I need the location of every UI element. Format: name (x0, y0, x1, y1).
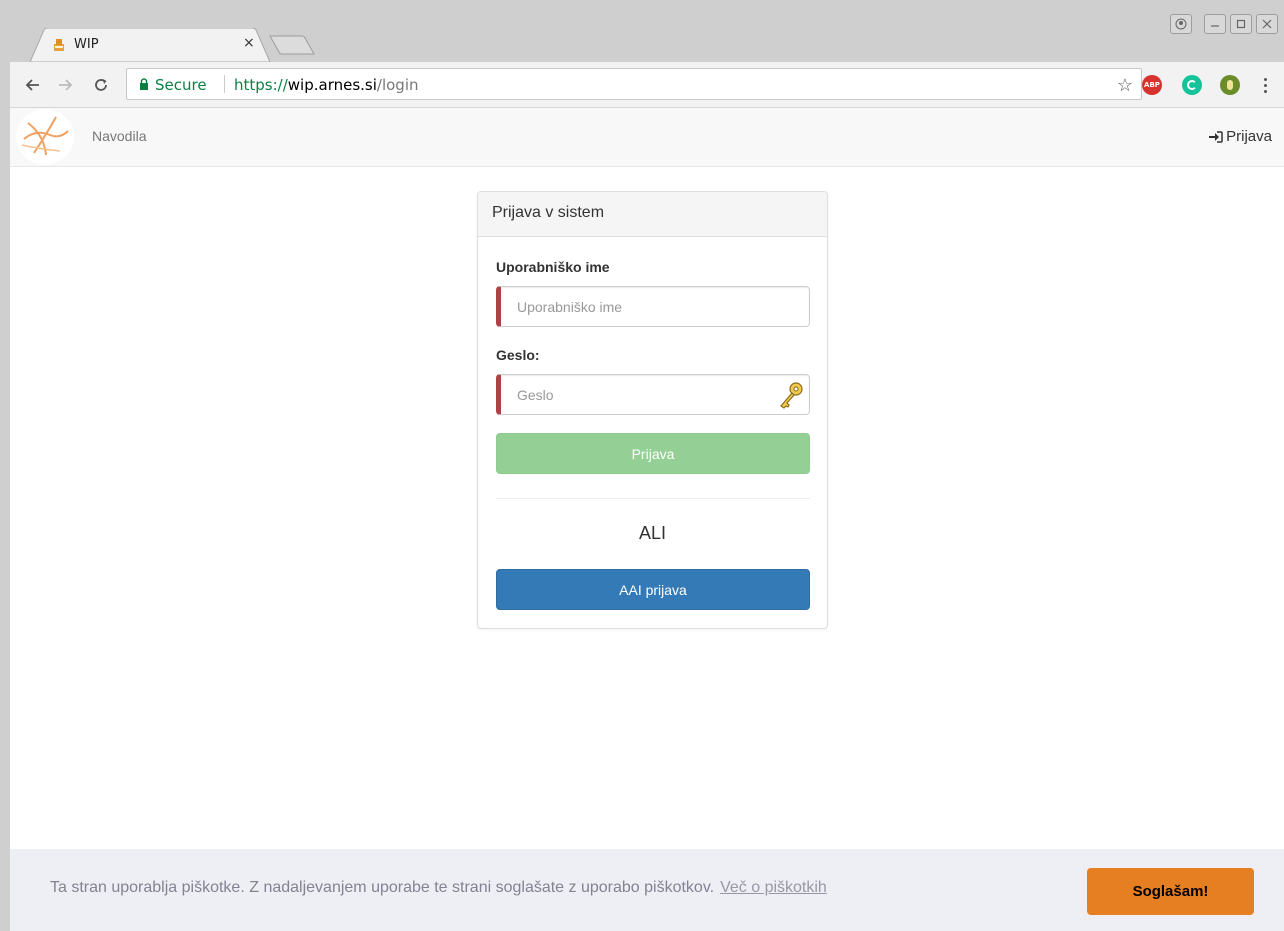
wip-favicon-icon (54, 39, 64, 51)
password-label: Geslo: (496, 347, 540, 363)
browser-menu-icon[interactable] (1262, 74, 1268, 96)
vpn-extension-icon[interactable] (1220, 75, 1240, 95)
window-controls (1170, 14, 1278, 34)
divider (496, 498, 810, 499)
navbar-login-label: Prijava (1226, 128, 1272, 145)
login-icon (1209, 130, 1223, 143)
bookmark-star-icon[interactable]: ☆ (1117, 75, 1133, 96)
url-path: /login (376, 76, 419, 94)
url-host: wip.arnes.si (287, 76, 377, 94)
username-input[interactable]: Uporabniško ime (496, 286, 810, 327)
omnibox-separator (224, 75, 225, 93)
cookie-message: Ta stran uporablja piškotke. Z nadaljeva… (50, 879, 715, 896)
maximize-icon[interactable] (1230, 14, 1252, 34)
panel-heading: Prijava v sistem (478, 192, 827, 237)
minimize-icon[interactable] (1204, 14, 1226, 34)
profile-icon[interactable] (1170, 14, 1192, 34)
secure-label: Secure (155, 76, 207, 94)
or-separator: ALI (638, 523, 667, 543)
url-text[interactable]: https://wip.arnes.si/login (234, 76, 419, 94)
new-tab-button[interactable] (268, 34, 316, 56)
page-content: Navodila Prijava Prijava v sistem Uporab… (10, 108, 1284, 931)
login-panel: Prijava v sistem Uporabniško ime Uporabn… (477, 191, 828, 629)
tab-title: WIP (74, 37, 99, 52)
brand-logo[interactable] (16, 109, 74, 165)
key-icon[interactable] (777, 380, 805, 410)
password-input[interactable]: Geslo (496, 374, 810, 415)
adblock-plus-icon[interactable]: ABP (1142, 75, 1162, 95)
grammarly-icon[interactable] (1182, 75, 1202, 95)
navbar-login-link[interactable]: Prijava (1209, 128, 1272, 145)
aai-login-button[interactable]: AAI prijava (496, 569, 810, 610)
cookie-banner: Ta stran uporablja piškotke. Z nadaljeva… (10, 849, 1284, 931)
cookie-info-link[interactable]: Več o piškotkih (720, 879, 827, 896)
login-button[interactable]: Prijava (496, 433, 810, 474)
browser-tab[interactable]: WIP × (30, 28, 270, 62)
address-bar[interactable]: Secure https://wip.arnes.si/login ☆ (126, 68, 1142, 100)
tab-close-icon[interactable]: × (243, 35, 255, 51)
cookie-message-wrapper: Ta stran uporablja piškotke. Z nadaljeva… (50, 879, 827, 897)
lock-icon (140, 78, 148, 90)
site-navbar: Navodila Prijava (10, 108, 1284, 167)
password-placeholder: Geslo (517, 386, 554, 403)
forward-arrow-icon[interactable] (54, 74, 76, 96)
back-arrow-icon[interactable] (22, 74, 44, 96)
username-label: Uporabniško ime (496, 259, 610, 275)
browser-toolbar: Secure https://wip.arnes.si/login ☆ ABP (10, 62, 1284, 108)
close-window-icon[interactable] (1256, 14, 1278, 34)
url-scheme: https:// (234, 76, 288, 94)
tab-strip: WIP × (10, 0, 1284, 62)
cookie-accept-button[interactable]: Soglašam! (1087, 868, 1254, 915)
reload-icon[interactable] (90, 74, 112, 96)
navodila-link[interactable]: Navodila (92, 128, 146, 144)
